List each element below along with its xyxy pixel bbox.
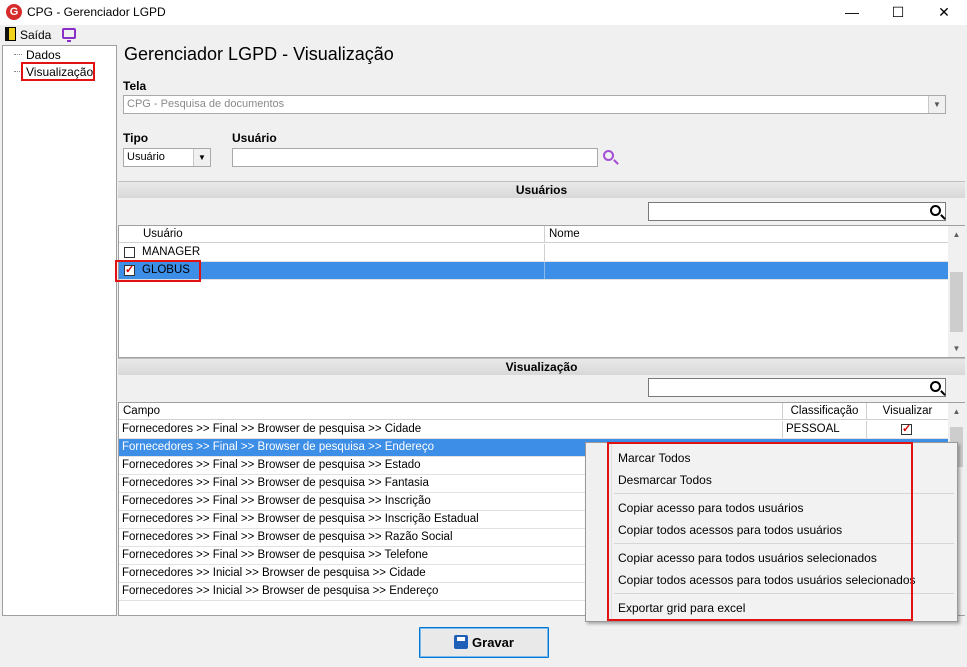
save-button[interactable]: Gravar [419,627,549,658]
search-icon[interactable] [603,150,614,161]
toolbar [0,25,967,45]
cell-campo: Fornecedores >> Final >> Browser de pesq… [122,423,422,435]
row-checkbox[interactable] [124,247,135,258]
users-section-header: Usuários [118,181,965,198]
cell-usuario: MANAGER [142,246,201,258]
search-icon[interactable] [930,205,941,216]
usuario-input[interactable] [232,148,598,167]
tela-value: CPG - Pesquisa de documentos [127,98,285,110]
tipo-select[interactable]: Usuário ▼ [123,148,211,167]
column-header-usuario[interactable]: Usuário [139,226,544,243]
close-button[interactable]: ✕ [921,0,967,25]
tree-connector [14,54,22,55]
scroll-down-icon[interactable]: ▼ [948,340,965,357]
users-scrollbar[interactable]: ▲ ▼ [948,226,965,357]
chevron-down-icon[interactable]: ▼ [928,96,945,113]
minimize-button[interactable]: — [829,0,875,25]
tela-select[interactable]: CPG - Pesquisa de documentos ▼ [123,95,946,114]
exit-button[interactable]: Saída [20,28,51,42]
users-search-input[interactable] [648,202,946,221]
column-header-campo[interactable]: Campo [119,403,782,420]
page-title: Gerenciador LGPD - Visualização [124,44,394,64]
cell-nome [544,262,948,279]
column-header-nome[interactable]: Nome [544,226,948,243]
highlight-box [607,442,913,621]
cell-classificacao: PESSOAL [782,421,866,438]
table-row[interactable]: Fornecedores >> Final >> Browser de pesq… [119,421,948,439]
tipo-value: Usuário [127,151,165,163]
tree-item-visualizacao[interactable]: Visualização [26,65,93,79]
app-logo-icon: G [6,4,22,20]
visualizar-checkbox[interactable] [901,421,912,438]
column-header-visualizar[interactable]: Visualizar [866,403,948,420]
window-title: CPG - Gerenciador LGPD [27,5,166,19]
search-icon[interactable] [930,381,941,392]
tree-item-dados[interactable]: Dados [26,48,61,62]
table-row[interactable]: GLOBUS [119,262,948,280]
monitor-icon[interactable] [62,28,76,42]
scroll-thumb[interactable] [950,272,963,332]
maximize-button[interactable]: ☐ [875,0,921,25]
column-header-classificacao[interactable]: Classificação [782,403,866,420]
users-grid: Usuário Nome MANAGER GLOBUS ▲ ▼ [118,225,965,358]
column-header-check [119,226,139,243]
cell-visualizar [866,421,948,438]
tela-label: Tela [123,79,147,93]
scroll-up-icon[interactable]: ▲ [948,403,965,420]
scroll-up-icon[interactable]: ▲ [948,226,965,243]
cell-nome [544,244,948,261]
exit-door-icon[interactable] [5,27,16,41]
navigation-tree [2,45,117,616]
usuario-label: Usuário [232,131,277,145]
view-search-input[interactable] [648,378,946,397]
tipo-label: Tipo [123,131,149,145]
floppy-disk-icon [454,635,469,649]
chevron-down-icon[interactable]: ▼ [193,149,210,166]
view-section-header: Visualização [118,358,965,375]
table-row[interactable]: MANAGER [119,244,948,262]
highlight-box [115,260,201,282]
save-button-label: Gravar [472,635,514,650]
